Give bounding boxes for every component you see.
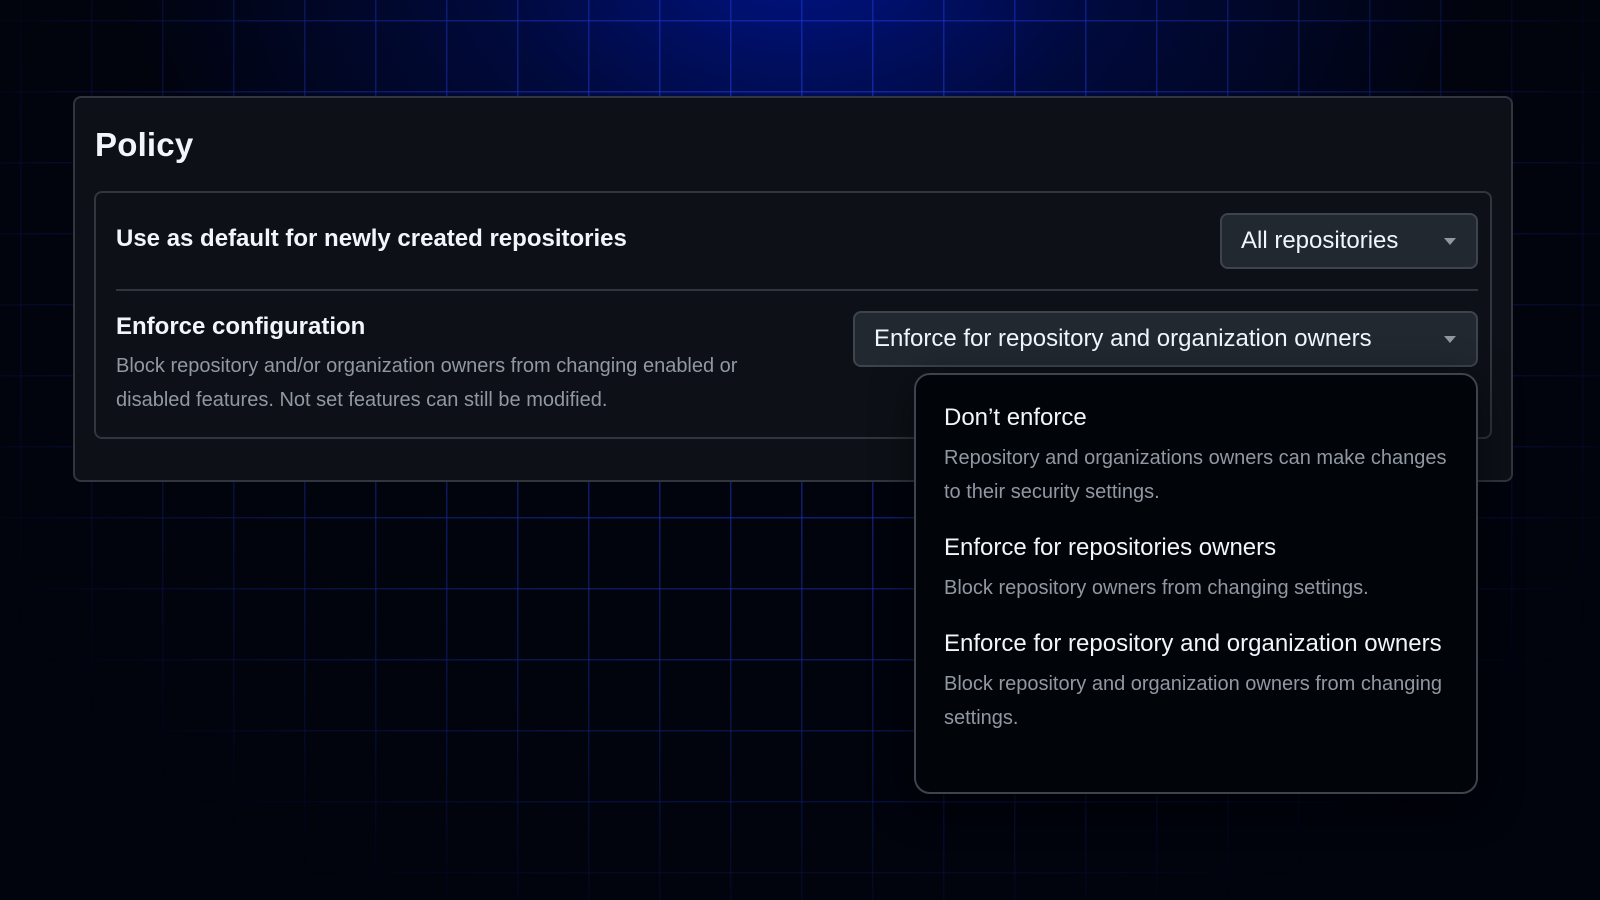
menu-option-description: Block repository owners from changing se… — [944, 577, 1369, 599]
menu-option-enforce-repository-and-organization-owners[interactable]: Enforce for repository and organization … — [944, 627, 1448, 735]
enforce-configuration-select[interactable]: Enforce for repository and organization … — [853, 311, 1478, 367]
default-for-new-repos-label: Use as default for newly created reposit… — [116, 225, 627, 252]
menu-option-description: Block repository and organization owners… — [944, 673, 1443, 729]
default-repositories-select-value: All repositories — [1241, 227, 1399, 254]
row-divider — [116, 289, 1478, 291]
menu-option-title: Enforce for repository and organization … — [944, 630, 1442, 657]
triangle-down-icon — [1444, 335, 1456, 343]
enforce-configuration-select-value: Enforce for repository and organization … — [874, 325, 1372, 352]
menu-option-enforce-repository-owners[interactable]: Enforce for repositories owners Block re… — [944, 531, 1448, 605]
menu-option-dont-enforce[interactable]: Don’t enforce Repository and organizatio… — [944, 401, 1448, 509]
panel-title: Policy — [95, 126, 194, 163]
enforce-configuration-label: Enforce configuration — [116, 313, 366, 340]
default-repositories-select[interactable]: All repositories — [1220, 213, 1478, 269]
enforce-options-menu: Don’t enforce Repository and organizatio… — [914, 373, 1478, 794]
enforce-configuration-description: Block repository and/or organization own… — [116, 355, 738, 411]
triangle-down-icon — [1444, 237, 1456, 245]
menu-option-title: Enforce for repositories owners — [944, 534, 1277, 561]
menu-option-description: Repository and organizations owners can … — [944, 447, 1447, 503]
menu-option-title: Don’t enforce — [944, 404, 1087, 431]
